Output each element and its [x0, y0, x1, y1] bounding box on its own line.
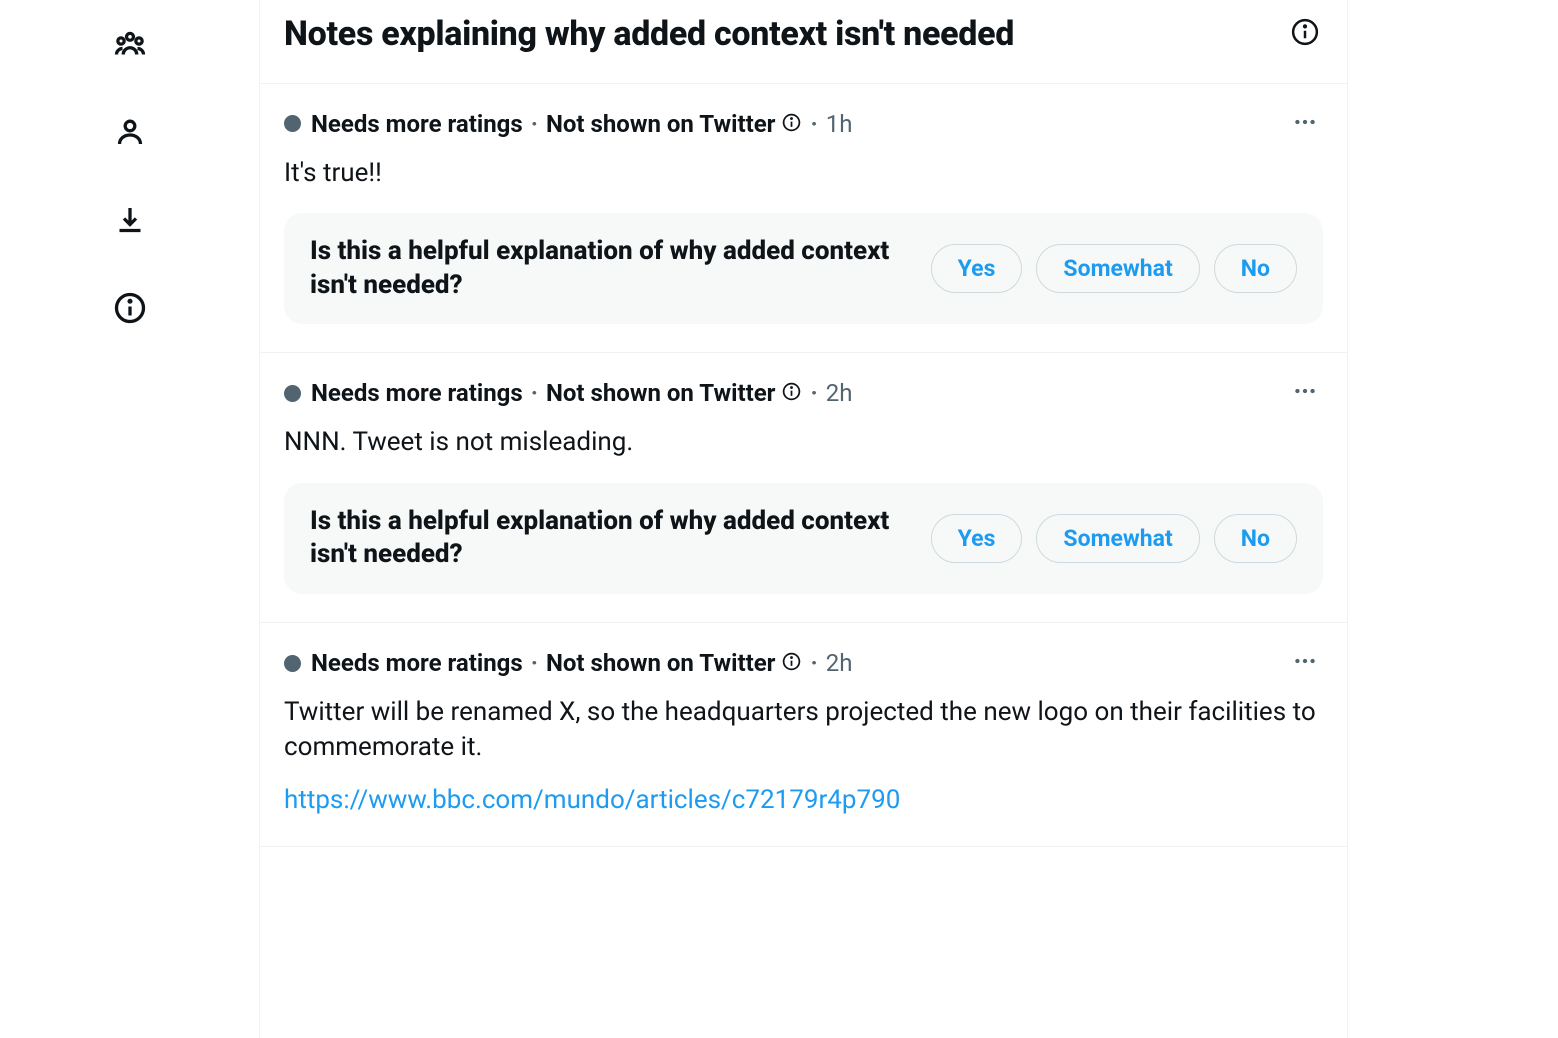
nav-people[interactable]: [104, 20, 156, 72]
separator: ·: [531, 379, 538, 407]
separator: ·: [531, 110, 538, 138]
status-dot: [284, 385, 301, 402]
notes-list: Needs more ratings · Not shown on Twitter ·…: [260, 84, 1347, 848]
separator: ·: [810, 110, 817, 138]
nav-download[interactable]: [104, 196, 156, 248]
note-timestamp[interactable]: 1h: [826, 110, 853, 138]
more-icon: [1292, 109, 1318, 139]
note-meta: Needs more ratings · Not shown on Twitter ·…: [284, 649, 852, 677]
note-item: Needs more ratings · Not shown on Twitter ·…: [260, 84, 1347, 354]
more-button[interactable]: [1287, 106, 1323, 142]
info-icon: [112, 290, 148, 330]
info-icon: [781, 649, 802, 677]
note-visibility[interactable]: Not shown on Twitter: [546, 379, 803, 407]
header-info-button[interactable]: [1287, 16, 1323, 52]
profile-icon: [112, 114, 148, 154]
note-link[interactable]: https://www.bbc.com/mundo/articles/c7217…: [284, 783, 1323, 818]
separator: ·: [810, 379, 817, 407]
note-topline: Needs more ratings · Not shown on Twitter ·…: [284, 106, 1323, 142]
more-button[interactable]: [1287, 645, 1323, 681]
note-topline: Needs more ratings · Not shown on Twitter ·…: [284, 375, 1323, 411]
rate-somewhat-button[interactable]: Somewhat: [1036, 514, 1199, 563]
rate-yes-button[interactable]: Yes: [931, 514, 1023, 563]
status-dot: [284, 655, 301, 672]
prompt-buttons: Yes Somewhat No: [931, 244, 1297, 293]
main-column: Notes explaining why added context isn't…: [260, 0, 1348, 1038]
note-status: Needs more ratings: [311, 110, 523, 138]
visibility-label: Not shown on Twitter: [546, 379, 776, 407]
rate-somewhat-button[interactable]: Somewhat: [1036, 244, 1199, 293]
people-icon: [112, 26, 148, 66]
prompt-buttons: Yes Somewhat No: [931, 514, 1297, 563]
more-button[interactable]: [1287, 375, 1323, 411]
note-body: NNN. Tweet is not misleading.: [284, 425, 1323, 460]
info-icon: [781, 110, 802, 138]
info-icon: [781, 379, 802, 407]
note-visibility[interactable]: Not shown on Twitter: [546, 649, 803, 677]
note-body: It's true!!: [284, 156, 1323, 191]
nav-info[interactable]: [104, 284, 156, 336]
note-status: Needs more ratings: [311, 649, 523, 677]
note-timestamp[interactable]: 2h: [826, 379, 853, 407]
page-header: Notes explaining why added context isn't…: [260, 0, 1347, 84]
note-timestamp[interactable]: 2h: [826, 649, 853, 677]
page-title: Notes explaining why added context isn't…: [284, 14, 1014, 55]
right-gutter: [1348, 0, 1558, 1038]
note-visibility[interactable]: Not shown on Twitter: [546, 110, 803, 138]
more-icon: [1292, 648, 1318, 678]
rate-no-button[interactable]: No: [1214, 514, 1297, 563]
note-body: Twitter will be renamed X, so the headqu…: [284, 695, 1323, 765]
note-topline: Needs more ratings · Not shown on Twitter ·…: [284, 645, 1323, 681]
info-icon: [1290, 17, 1320, 51]
prompt-question: Is this a helpful explanation of why add…: [310, 235, 911, 303]
visibility-label: Not shown on Twitter: [546, 649, 776, 677]
rating-prompt: Is this a helpful explanation of why add…: [284, 483, 1323, 595]
note-item: Needs more ratings · Not shown on Twitter ·…: [260, 623, 1347, 847]
more-icon: [1292, 378, 1318, 408]
separator: ·: [531, 649, 538, 677]
download-icon: [112, 202, 148, 242]
rate-yes-button[interactable]: Yes: [931, 244, 1023, 293]
prompt-question: Is this a helpful explanation of why add…: [310, 505, 911, 573]
note-status: Needs more ratings: [311, 379, 523, 407]
note-meta: Needs more ratings · Not shown on Twitter ·…: [284, 379, 852, 407]
rate-no-button[interactable]: No: [1214, 244, 1297, 293]
rating-prompt: Is this a helpful explanation of why add…: [284, 213, 1323, 325]
nav-profile[interactable]: [104, 108, 156, 160]
visibility-label: Not shown on Twitter: [546, 110, 776, 138]
note-item: Needs more ratings · Not shown on Twitter ·…: [260, 353, 1347, 623]
note-meta: Needs more ratings · Not shown on Twitter ·…: [284, 110, 852, 138]
separator: ·: [810, 649, 817, 677]
sidebar: [0, 0, 260, 1038]
status-dot: [284, 115, 301, 132]
